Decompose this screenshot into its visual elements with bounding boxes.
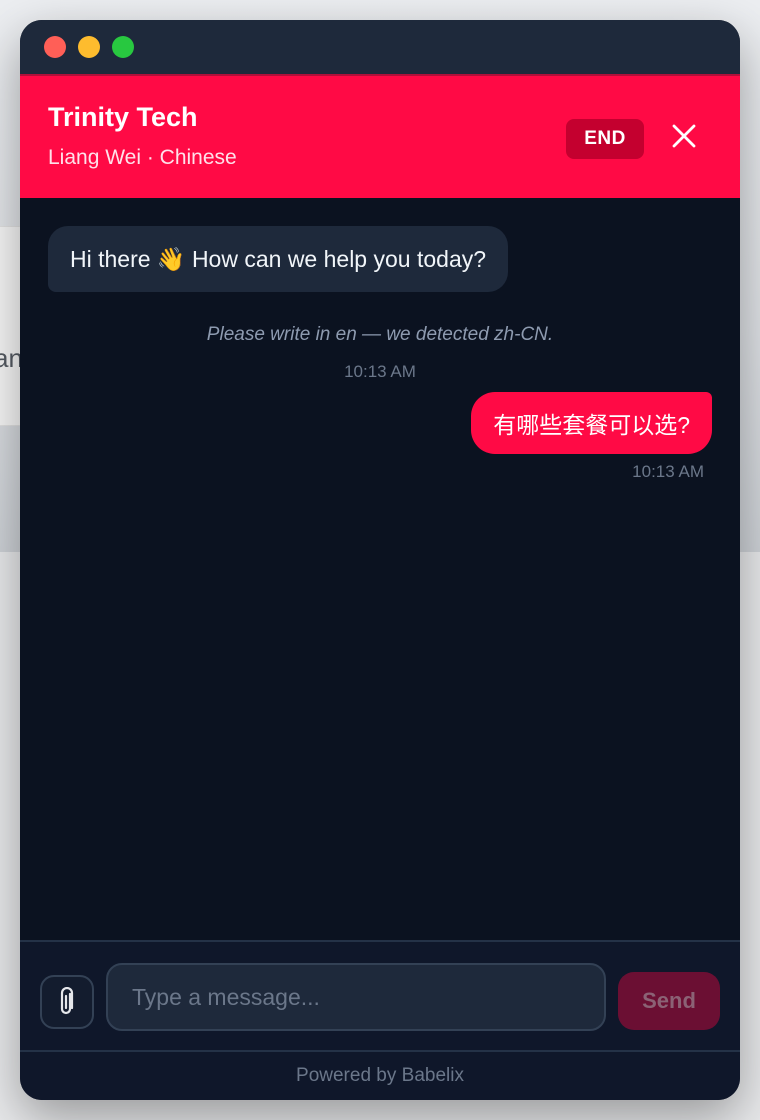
send-button[interactable]: Send [618, 972, 720, 1030]
window-titlebar [20, 20, 740, 74]
powered-by-footer: Powered by Babelix [20, 1050, 740, 1100]
company-name: Trinity Tech [48, 102, 198, 132]
window-maximize-dot[interactable] [112, 36, 134, 58]
attach-file-button[interactable] [40, 975, 94, 1029]
window-minimize-dot[interactable] [78, 36, 100, 58]
message-timestamp: 10:13 AM [344, 362, 416, 381]
end-chat-button[interactable]: END [566, 119, 644, 159]
message-input[interactable] [106, 963, 606, 1031]
user-message-bubble: 有哪些套餐可以选? [471, 392, 712, 454]
chat-window: Trinity Tech Liang Wei · Chinese END Hi … [20, 20, 740, 1100]
window-close-dot[interactable] [44, 36, 66, 58]
message-timestamp: 10:13 AM [632, 462, 704, 481]
agent-language-info: Liang Wei · Chinese [48, 146, 237, 169]
message-list[interactable]: Hi there 👋 How can we help you today? Pl… [20, 198, 740, 940]
close-chat-button[interactable] [664, 116, 704, 156]
language-notice: Please write in en — we detected zh-CN. [206, 324, 554, 345]
chat-header: Trinity Tech Liang Wei · Chinese END [20, 74, 740, 198]
paperclip-icon [60, 987, 74, 1015]
message-composer: Send [20, 940, 740, 1050]
close-icon [672, 124, 696, 148]
agent-message-bubble: Hi there 👋 How can we help you today? [48, 226, 509, 292]
